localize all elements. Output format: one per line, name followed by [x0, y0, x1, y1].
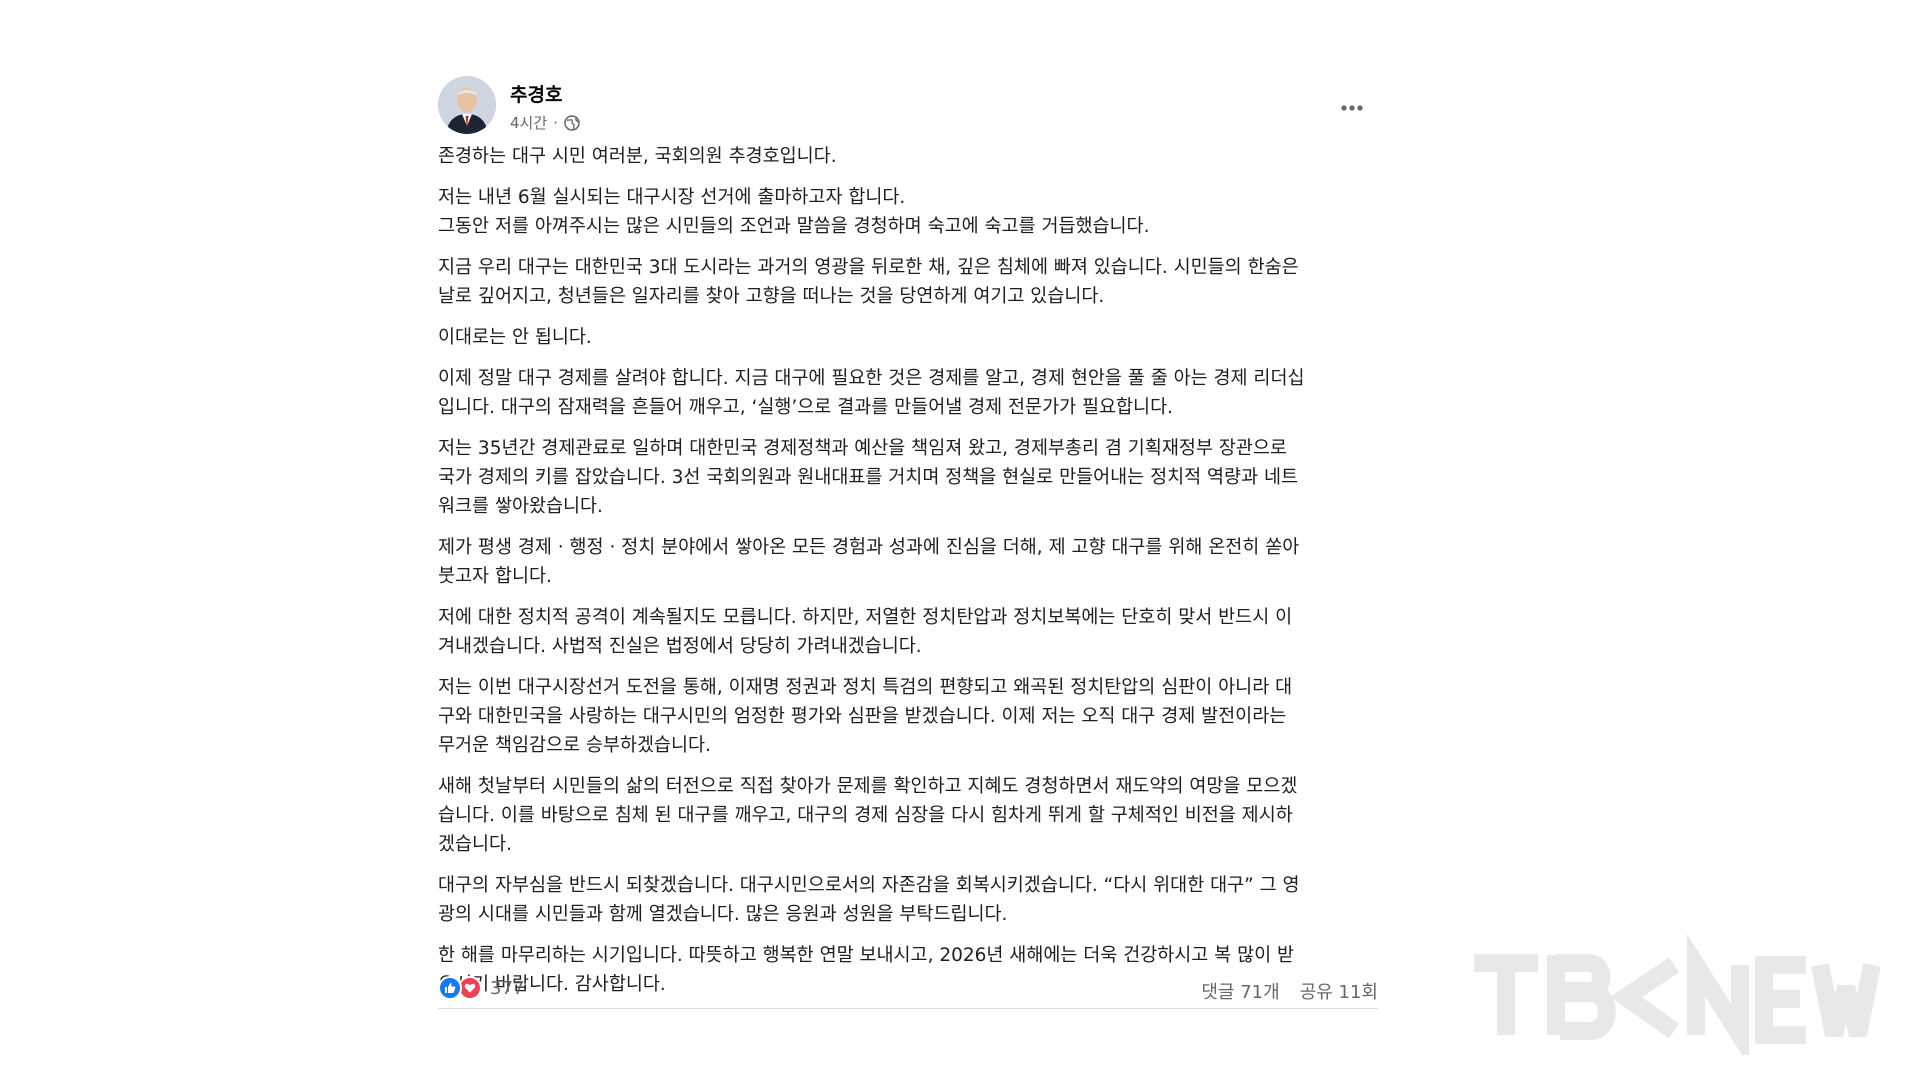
globe-icon[interactable]: [564, 114, 580, 131]
comments-count[interactable]: 댓글 71개: [1201, 978, 1279, 1004]
meta-separator: ·: [553, 113, 558, 132]
post-paragraph: 이대로는 안 됩니다.: [438, 327, 592, 348]
reaction-count: 377: [490, 977, 525, 999]
more-options-icon: [1341, 105, 1363, 111]
avatar-portrait-icon: [438, 76, 496, 134]
post-paragraph: 대구의 자부심을 반드시 되찾겠습니다. 대구시민으로서의 자존감을 회복시키겠…: [438, 875, 1300, 925]
post-paragraph: 제가 평생 경제 · 행정 · 정치 분야에서 쌓아온 모든 경험과 성과에 진…: [438, 537, 1300, 587]
post-paragraph: 저는 35년간 경제관료로 일하며 대한민국 경제정책과 예산을 책임져 왔고,…: [438, 438, 1299, 517]
post-paragraph: 저는 이번 대구시장선거 도전을 통해, 이재명 정권과 정치 특검의 편향되고…: [438, 677, 1293, 756]
shares-count[interactable]: 공유 11회: [1300, 978, 1378, 1004]
post-paragraph: 지금 우리 대구는 대한민국 3대 도시라는 과거의 영광을 뒤로한 채, 깊은…: [438, 257, 1299, 307]
author-avatar[interactable]: [438, 76, 496, 134]
like-icon: [438, 976, 462, 1000]
post-paragraph: 존경하는 대구 시민 여러분, 국회의원 추경호입니다.: [438, 146, 837, 167]
tbc-news-watermark-logo: [1474, 935, 1881, 1055]
facebook-post: 추경호 4시간 · 존경하는 대구 시민 여러분, 국회의원 추경호입니다. 저…: [428, 64, 1388, 1034]
post-paragraph: 새해 첫날부터 시민들의 삶의 터전으로 직접 찾아가 문제를 확인하고 지혜도…: [438, 776, 1298, 855]
post-paragraph: 저는 내년 6월 실시되는 대구시장 선거에 출마하고자 합니다. 그동안 저를…: [438, 187, 1150, 237]
post-body: 존경하는 대구 시민 여러분, 국회의원 추경호입니다. 저는 내년 6월 실시…: [438, 142, 1378, 1011]
post-stats: 댓글 71개 공유 11회: [1201, 978, 1378, 1004]
post-paragraph: 이제 정말 대구 경제를 살려야 합니다. 지금 대구에 필요한 것은 경제를 …: [438, 368, 1305, 418]
author-name[interactable]: 추경호: [510, 80, 562, 107]
post-paragraph: 저에 대한 정치적 공격이 계속될지도 모릅니다. 하지만, 저열한 정치탄압과…: [438, 607, 1293, 657]
more-options-button[interactable]: [1332, 88, 1372, 128]
post-header: 추경호 4시간 ·: [438, 72, 1378, 136]
post-meta: 4시간 ·: [510, 112, 580, 133]
reactions-summary[interactable]: 377: [438, 976, 524, 1000]
post-footer: 377 댓글 71개 공유 11회: [438, 972, 1378, 1009]
post-time[interactable]: 4시간: [510, 112, 547, 133]
